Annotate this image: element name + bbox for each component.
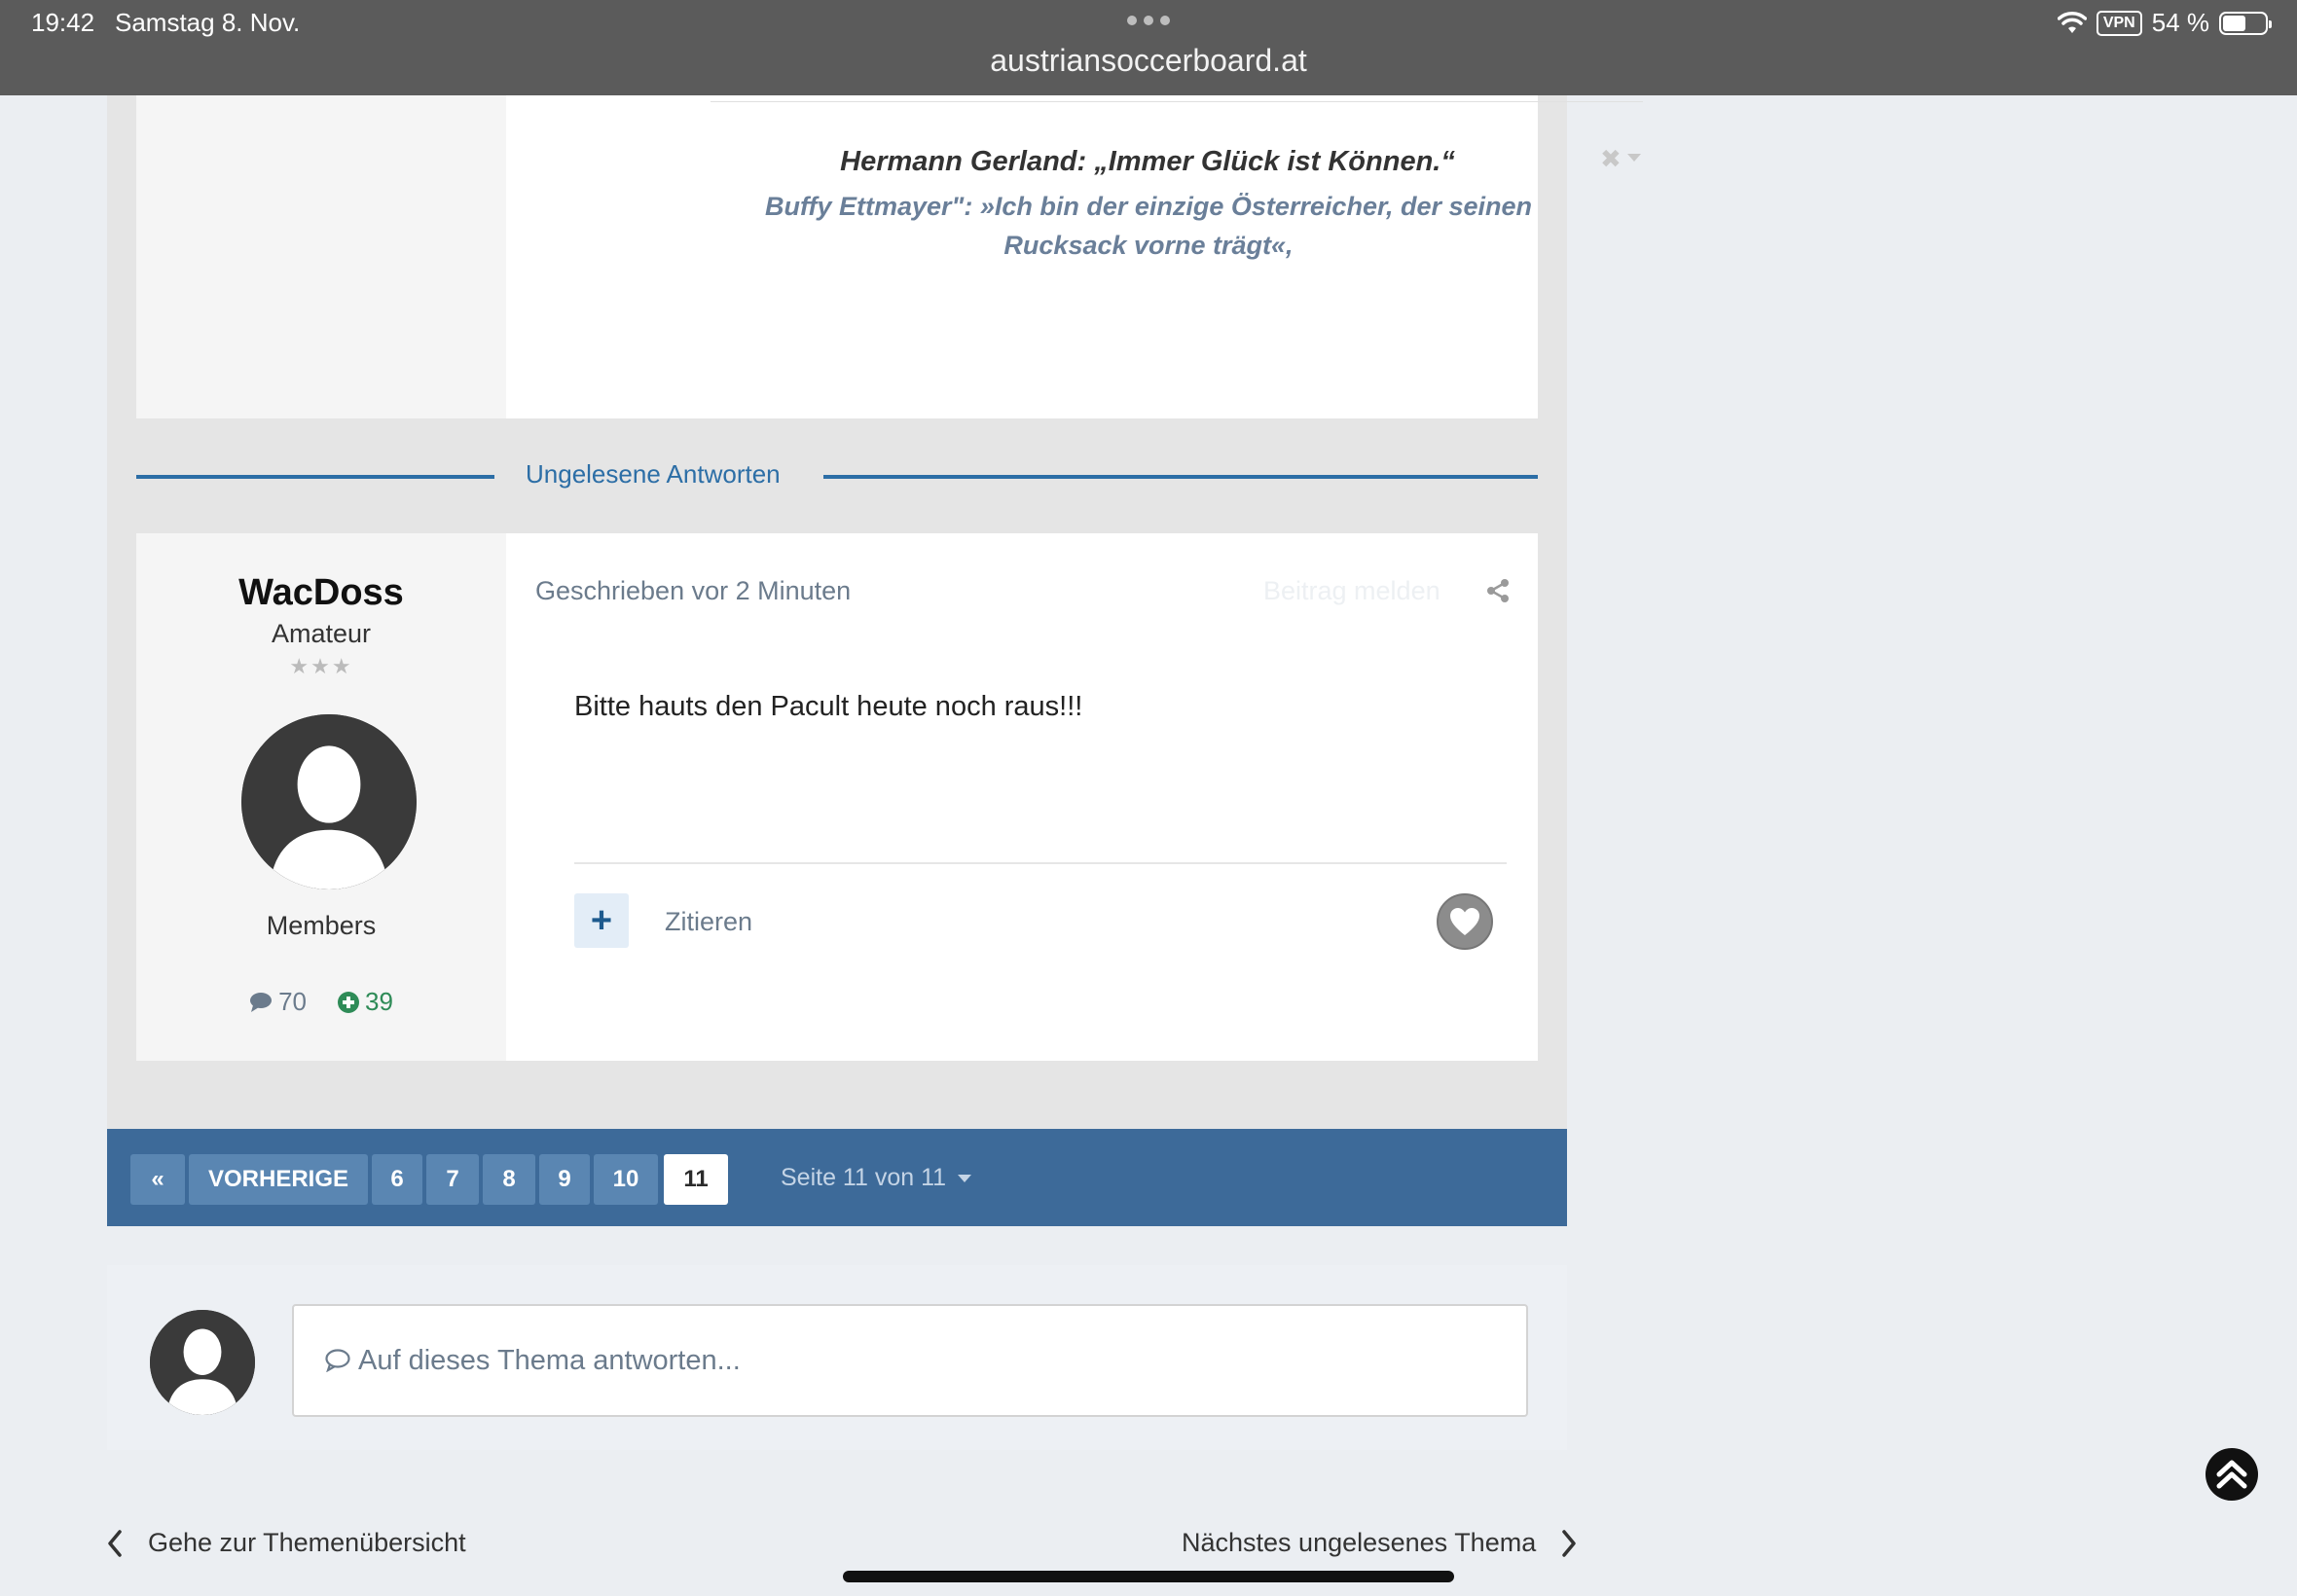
default-avatar-icon <box>150 1310 255 1415</box>
multiquote-button[interactable]: + <box>574 893 629 948</box>
page-info-label: Seite 11 von 11 <box>781 1164 947 1191</box>
post-timestamp[interactable]: Geschrieben vor 2 Minuten <box>535 576 851 606</box>
heart-icon <box>1450 908 1479 935</box>
signature-quote-2: Buffy Ettmayer": »Ich bin der einzige Ös… <box>764 192 1533 260</box>
like-button[interactable] <box>1437 893 1493 950</box>
page-jump-dropdown[interactable]: Seite 11 von 11 <box>781 1164 972 1192</box>
author-avatar[interactable] <box>241 714 417 889</box>
page-button-9[interactable]: 9 <box>539 1154 590 1205</box>
status-date: Samstag 8. Nov. <box>115 8 301 37</box>
page-button-8[interactable]: 8 <box>483 1154 535 1205</box>
quote-link[interactable]: Zitieren <box>665 907 752 937</box>
back-to-top-button[interactable] <box>2206 1448 2258 1501</box>
battery-icon <box>2219 11 2272 35</box>
browser-top-bar: 19:42 Samstag 8. Nov. austriansoccerboar… <box>0 0 2297 95</box>
unread-replies-label: Ungelesene Antworten <box>526 459 781 489</box>
tab-overview-dots-icon[interactable] <box>1127 16 1170 27</box>
author-name[interactable]: WacDoss <box>136 572 506 614</box>
next-unread-topic-link[interactable]: Nächstes ungelesenes Thema <box>1182 1528 1577 1558</box>
next-unread-topic-label: Nächstes ungelesenes Thema <box>1182 1528 1537 1557</box>
back-to-topic-list-label: Gehe zur Themenübersicht <box>148 1528 466 1557</box>
address-bar-url[interactable]: austriansoccerboard.at <box>0 43 2297 79</box>
previous-page-button[interactable]: VORHERIGE <box>189 1154 368 1205</box>
pagination-bar: « VORHERIGE 6 7 8 9 10 11 Seite 11 von 1… <box>107 1129 1567 1226</box>
previous-post-author-column <box>136 95 506 418</box>
back-to-topic-list-link[interactable]: Gehe zur Themenübersicht <box>107 1528 466 1558</box>
post-count[interactable]: 70 <box>249 987 307 1017</box>
author-stats: 70 39 <box>136 987 506 1017</box>
page-button-11-current[interactable]: 11 <box>664 1154 728 1205</box>
comment-icon <box>250 992 273 1012</box>
page-button-6[interactable]: 6 <box>372 1154 422 1205</box>
signature-divider <box>711 101 1643 102</box>
rank-stars-icon: ★★★ <box>289 654 353 678</box>
author-rank: Amateur <box>271 619 372 648</box>
share-icon[interactable] <box>1485 578 1511 603</box>
status-time: 19:42 <box>31 8 95 37</box>
reputation-value: 39 <box>365 987 393 1016</box>
previous-post-card: Hermann Gerland: „Immer Glück ist Können… <box>136 95 1643 418</box>
home-indicator[interactable] <box>843 1571 1454 1582</box>
chevron-up-icon <box>2216 1460 2247 1489</box>
battery-percent: 54 % <box>2151 8 2209 37</box>
chevron-left-icon <box>108 1529 122 1557</box>
post-content: Bitte hauts den Pacult heute noch raus!!… <box>574 691 1083 722</box>
reply-area: Auf dieses Thema antworten... <box>107 1265 1567 1450</box>
reply-placeholder: Auf dieses Thema antworten... <box>358 1344 741 1376</box>
chevron-right-icon <box>1562 1529 1576 1557</box>
report-post-link[interactable]: Beitrag melden <box>1263 576 1440 606</box>
page-button-10[interactable]: 10 <box>594 1154 658 1205</box>
plus-circle-icon <box>338 991 359 1013</box>
default-avatar-icon <box>241 714 417 889</box>
wifi-icon <box>2057 11 2087 33</box>
post-author-column: WacDoss Amateur ★★★ Members 70 39 <box>136 533 506 1061</box>
reply-input[interactable]: Auf dieses Thema antworten... <box>292 1304 1528 1417</box>
author-group: Members <box>266 911 377 940</box>
reputation[interactable]: 39 <box>338 987 393 1017</box>
status-indicators: VPN 54 % <box>2057 8 2272 38</box>
current-user-avatar[interactable] <box>150 1310 255 1415</box>
post-count-value: 70 <box>278 987 307 1016</box>
vpn-badge: VPN <box>2096 10 2142 36</box>
post-divider <box>574 862 1507 864</box>
signature-quote-1: Hermann Gerland: „Immer Glück ist Können… <box>840 146 1455 177</box>
chevron-down-icon[interactable] <box>1627 154 1641 162</box>
close-icon[interactable]: ✖ <box>1600 144 1622 174</box>
post-card: WacDoss Amateur ★★★ Members 70 39 Geschr… <box>136 533 1538 1061</box>
comment-icon <box>325 1349 350 1372</box>
page-button-7[interactable]: 7 <box>426 1154 479 1205</box>
chevron-down-icon <box>958 1174 972 1182</box>
first-page-button[interactable]: « <box>130 1154 185 1205</box>
